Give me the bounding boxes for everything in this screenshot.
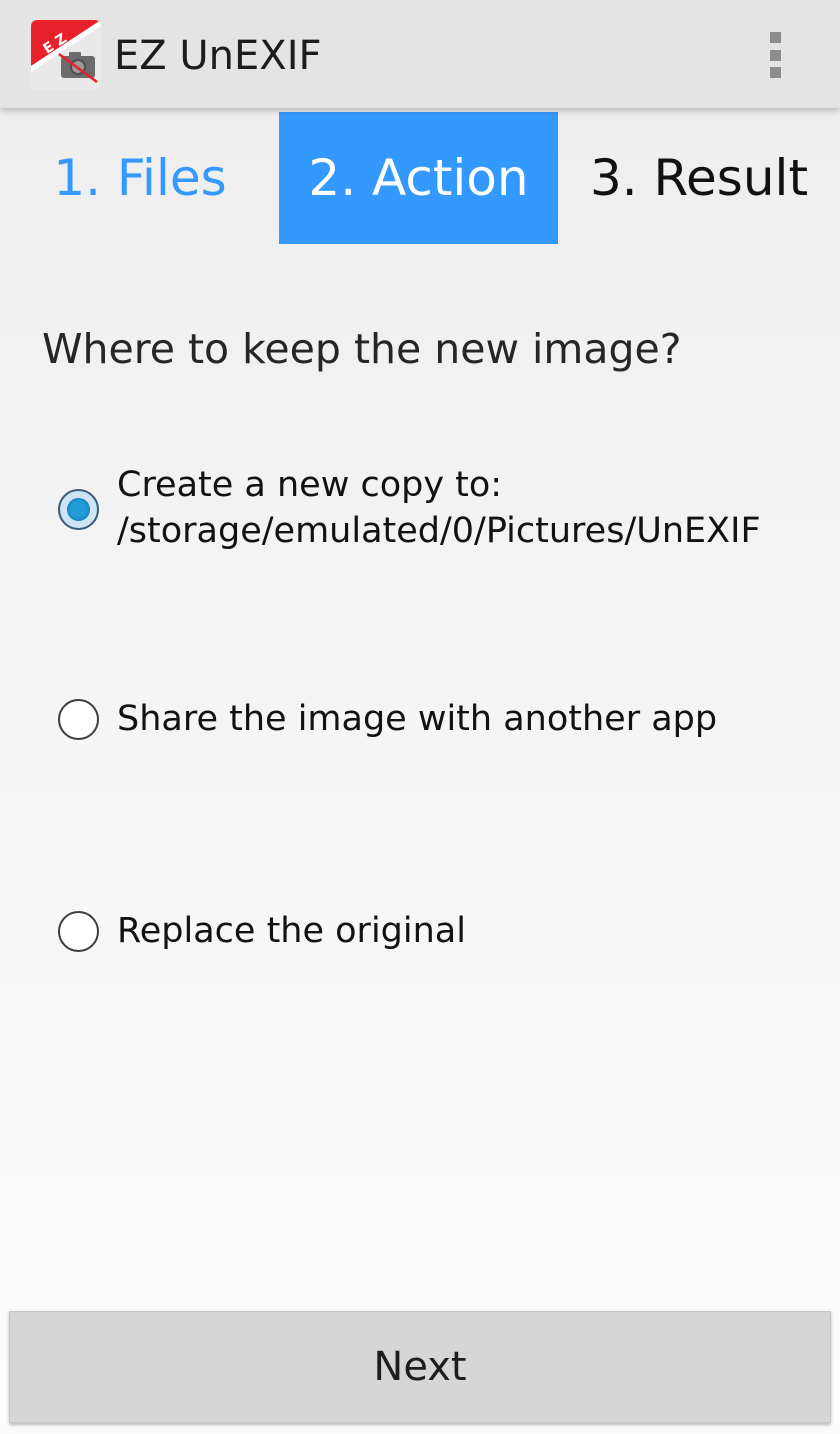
- radio-create-copy[interactable]: [58, 489, 99, 530]
- option-replace-label: Replace the original: [117, 911, 466, 951]
- step-tab-files[interactable]: 1. Files: [0, 112, 280, 244]
- radio-replace[interactable]: [58, 911, 99, 952]
- overflow-menu-icon-dot: [769, 49, 781, 61]
- step-tab-result[interactable]: 3. Result: [558, 112, 840, 244]
- step-tab-action[interactable]: 2. Action: [279, 112, 558, 244]
- option-create-copy-label: Create a new copy to: /storage/emulated/…: [117, 465, 761, 551]
- question-heading: Where to keep the new image?: [42, 325, 682, 373]
- radio-share[interactable]: [58, 699, 99, 740]
- overflow-menu-icon-dot: [769, 67, 781, 78]
- app-title: EZ UnEXIF: [114, 33, 322, 79]
- overflow-menu-icon: [769, 32, 781, 43]
- action-bar: E Z EZ UnEXIF: [0, 0, 840, 108]
- option-share-label: Share the image with another app: [117, 699, 718, 739]
- overflow-menu-button[interactable]: [750, 24, 800, 86]
- next-button[interactable]: Next: [9, 1311, 831, 1423]
- app-icon: E Z: [31, 20, 101, 90]
- camera-icon: E Z: [31, 20, 101, 90]
